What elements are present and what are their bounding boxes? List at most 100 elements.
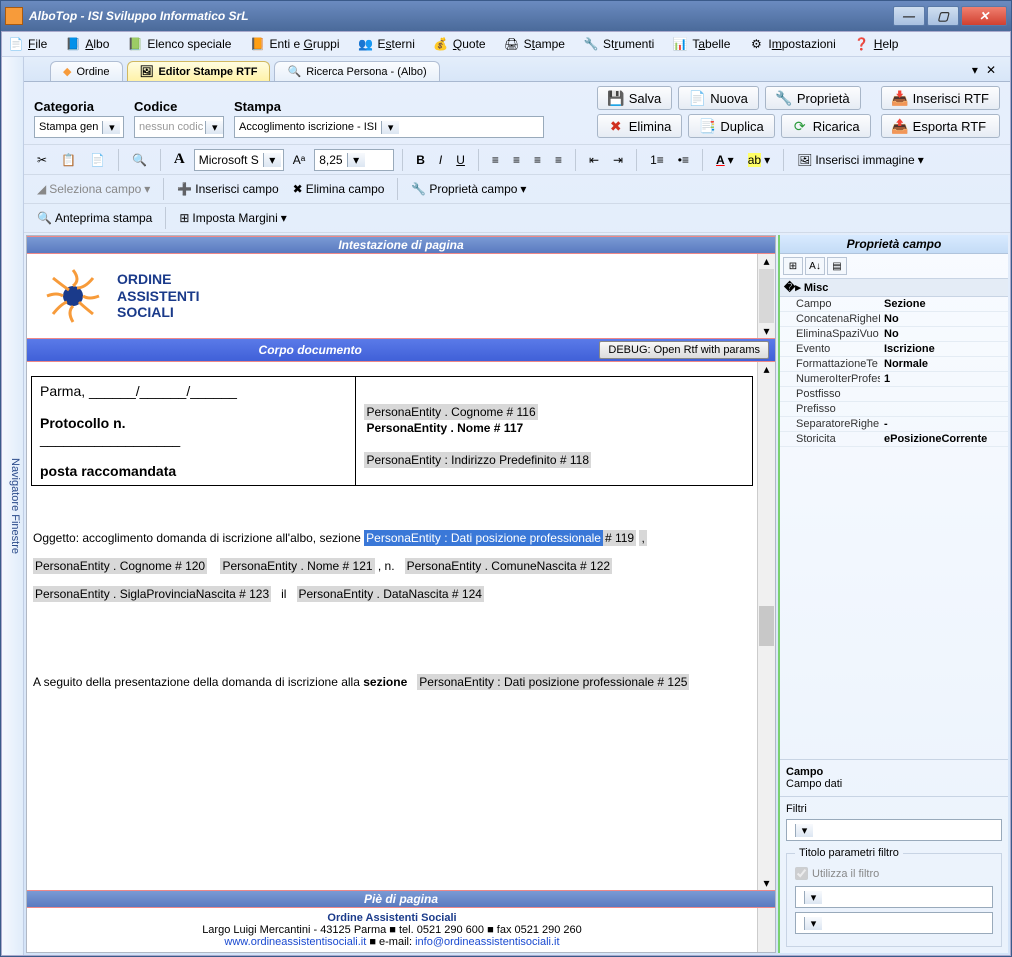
letter-proto-line: __________________ (40, 431, 347, 447)
copy-button[interactable]: 📋 (56, 150, 81, 170)
proprieta-campo-button[interactable]: 🔧 Proprietà campo ▾ (406, 179, 531, 199)
categoria-combo[interactable]: Stampa gen▾ (34, 116, 124, 138)
tab-close-button[interactable]: ✕ (986, 63, 996, 77)
proprieta-button[interactable]: 🔧Proprietà (765, 86, 861, 110)
font-color-button[interactable]: A▾ (711, 150, 739, 170)
menu-elenco-speciale[interactable]: 📗Elenco speciale (127, 36, 231, 52)
margini-button[interactable]: ⊞ Imposta Margini ▾ (174, 208, 291, 228)
menu-file[interactable]: 📄File (8, 36, 47, 52)
minimize-button[interactable]: — (893, 6, 925, 26)
menu-impostazioni[interactable]: ⚙Impostazioni (748, 36, 835, 52)
debug-open-rtf-button[interactable]: DEBUG: Open Rtf with params (599, 341, 769, 359)
close-button[interactable]: ✕ (961, 6, 1007, 26)
inserisci-rtf-button[interactable]: 📥Inserisci RTF (881, 86, 1000, 110)
italic-button[interactable]: I (434, 150, 447, 170)
duplica-button[interactable]: 📑Duplica (688, 114, 774, 138)
list-bullet-button[interactable]: •≡ (673, 150, 694, 170)
font-family-combo[interactable]: Microsoft S▾ (194, 149, 284, 171)
tab-editor-stampe[interactable]: 🖼Editor Stampe RTF (127, 61, 271, 81)
field-nome-121[interactable]: PersonaEntity . Nome # 121 (220, 558, 374, 574)
header-scrollbar[interactable]: ▴▾ (757, 254, 775, 338)
font-size-icon[interactable]: Aᵃ (288, 150, 310, 170)
font-style-button[interactable]: A (169, 148, 190, 171)
org-line3: SOCIALI (117, 304, 199, 321)
align-justify-button[interactable]: ≡ (550, 150, 567, 170)
salva-button[interactable]: 💾Salva (597, 86, 673, 110)
footer-web-link[interactable]: www.ordineassistentisociali.it (224, 936, 366, 948)
menu-enti-gruppi[interactable]: 📙Enti e Gruppi (249, 36, 339, 52)
codice-combo[interactable]: nessun codic▾ (134, 116, 224, 138)
letter-protocollo: Protocollo n. (40, 415, 126, 431)
paste-button[interactable]: 📄 (85, 150, 110, 170)
filtro-param2-combo: ▾ (795, 912, 993, 934)
window-title: AlboTop - ISI Sviluppo Informatico SrL (29, 9, 249, 23)
maximize-button[interactable]: ▢ (927, 6, 959, 26)
anteprima-button[interactable]: 🔍 Anteprima stampa (32, 208, 157, 228)
stampa-combo[interactable]: Accoglimento iscrizione - ISI▾ (234, 116, 544, 138)
field-cognome-116[interactable]: PersonaEntity . Cognome # 116 (364, 404, 537, 420)
tab-ordine[interactable]: ◆Ordine (50, 61, 123, 81)
elimina-button[interactable]: ✖Elimina (597, 114, 683, 138)
cut-button[interactable]: ✂ (32, 150, 52, 170)
oggetto-text: Oggetto: accoglimento domanda di iscrizi… (33, 531, 361, 545)
field-dati-pos-119-selected[interactable]: PersonaEntity : Dati posizione professio… (364, 530, 603, 546)
indent-button[interactable]: ⇥ (608, 150, 628, 170)
field-data-124[interactable]: PersonaEntity . DataNascita # 124 (297, 586, 484, 602)
tab-menu-button[interactable]: ▾ (972, 63, 978, 77)
preview-toolbar: 🔍 Anteprima stampa ⊞ Imposta Margini ▾ (24, 204, 1010, 233)
underline-button[interactable]: U (451, 150, 470, 170)
field-sigla-123[interactable]: PersonaEntity . SiglaProvinciaNascita # … (33, 586, 271, 602)
tab-ricerca-persona[interactable]: 🔍Ricerca Persona - (Albo) (274, 61, 439, 81)
footer-mail-link[interactable]: info@ordineassistentisociali.it (415, 936, 559, 948)
field-indirizzo-118[interactable]: PersonaEntity : Indirizzo Predefinito # … (364, 452, 591, 468)
menu-strumenti[interactable]: 🔧Strumenti (583, 36, 654, 52)
properties-panel: Proprietà campo ⊞ A↓ ▤ �▸ Misc CampoSezi… (778, 235, 1008, 953)
org-line2: ASSISTENTI (117, 288, 199, 305)
elimina-campo-button[interactable]: ✖ Elimina campo (288, 179, 390, 199)
find-button[interactable]: 🔍 (127, 150, 152, 170)
field-comune-122[interactable]: PersonaEntity . ComuneNascita # 122 (405, 558, 612, 574)
bold-button[interactable]: B (411, 150, 430, 170)
field-n119[interactable]: # 119 (603, 530, 636, 546)
nuova-button[interactable]: 📄Nuova (678, 86, 759, 110)
font-size-combo[interactable]: 8,25▾ (314, 149, 394, 171)
list-number-button[interactable]: 1≡ (645, 150, 669, 170)
section-body-bar: Corpo documento (27, 343, 593, 357)
app-icon (5, 7, 23, 25)
inserisci-campo-button[interactable]: ➕ Inserisci campo (172, 179, 283, 199)
align-right-button[interactable]: ≡ (529, 150, 546, 170)
align-left-button[interactable]: ≡ (487, 150, 504, 170)
align-center-button[interactable]: ≡ (508, 150, 525, 170)
field-dati-125[interactable]: PersonaEntity : Dati posizione professio… (417, 674, 689, 690)
section-header-bar: Intestazione di pagina (27, 236, 775, 254)
filtro-combo[interactable]: ▾ (786, 819, 1002, 841)
field-nome-117[interactable]: PersonaEntity . Nome # 117 (364, 420, 525, 436)
propgrid-pages-button[interactable]: ▤ (827, 257, 847, 275)
properties-title: Proprietà campo (780, 235, 1008, 254)
menu-tabelle[interactable]: 📊Tabelle (672, 36, 730, 52)
body-scrollbar[interactable]: ▴▾ (757, 362, 775, 890)
filtri-label: Filtri (786, 803, 1002, 815)
menu-help[interactable]: ❓Help (854, 36, 899, 52)
propgrid-categorized-button[interactable]: ⊞ (783, 257, 803, 275)
codice-label: Codice (134, 99, 224, 114)
propgrid-alpha-button[interactable]: A↓ (805, 257, 825, 275)
property-grid[interactable]: �▸ Misc CampoSezione ConcatenaRigheINo E… (780, 279, 1008, 447)
menu-quote[interactable]: 💰Quote (433, 36, 486, 52)
left-dock-tab[interactable]: Navigatore Finestre (2, 57, 24, 955)
ricarica-button[interactable]: ⟳Ricarica (781, 114, 871, 138)
outdent-button[interactable]: ⇤ (584, 150, 604, 170)
esporta-rtf-button[interactable]: 📤Esporta RTF (881, 114, 1000, 138)
highlight-button[interactable]: ab▾ (743, 150, 775, 170)
field-cognome-120[interactable]: PersonaEntity . Cognome # 120 (33, 558, 207, 574)
org-line1: ORDINE (117, 271, 199, 288)
insert-image-button[interactable]: 🖼 Inserisci immagine ▾ (792, 150, 929, 170)
footer-scrollbar[interactable] (757, 908, 775, 952)
menu-albo[interactable]: 📘Albo (65, 36, 109, 52)
categoria-label: Categoria (34, 99, 124, 114)
menu-stampe[interactable]: 🖨Stampe (504, 36, 565, 52)
menu-esterni[interactable]: 👥Esterni (358, 36, 415, 52)
stampa-label: Stampa (234, 99, 587, 114)
document-body[interactable]: Parma, ______/______/______ Protocollo n… (27, 362, 757, 890)
seleziona-campo-button[interactable]: ◢ Seleziona campo ▾ (32, 179, 155, 199)
